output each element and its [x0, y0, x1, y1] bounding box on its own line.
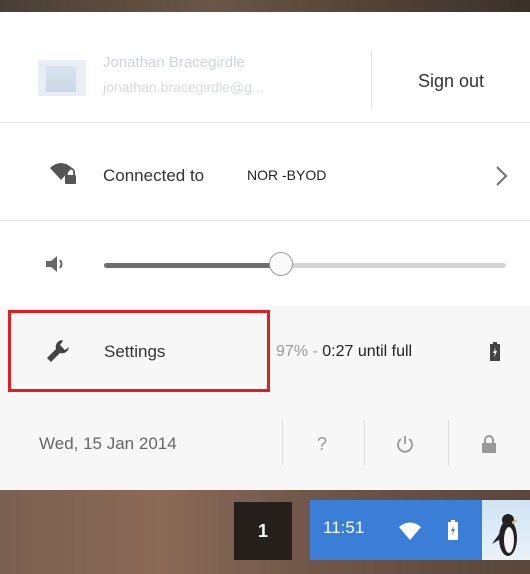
network-ssid: NOR -BYOD [247, 167, 327, 183]
user-avatar-thumbnail [482, 500, 530, 560]
clock: 11:51 [323, 518, 365, 537]
wifi-lock-icon [50, 163, 76, 184]
speaker-icon[interactable] [44, 253, 68, 275]
battery-status: 97% - 0:27 until full [276, 343, 412, 361]
network-row[interactable]: Connected to NOR -BYOD [0, 122, 530, 221]
battery-icon [448, 520, 458, 540]
help-button[interactable]: ? [296, 424, 348, 464]
settings-button[interactable]: Settings [8, 310, 270, 392]
wrench-icon [47, 340, 69, 362]
workspace-button[interactable]: 1 [234, 502, 292, 560]
divider [364, 420, 365, 466]
user-avatar [38, 60, 86, 96]
battery-percent: 97% - [276, 343, 323, 360]
power-button[interactable] [377, 424, 433, 464]
settings-label: Settings [104, 342, 166, 361]
divider [448, 420, 449, 466]
lock-icon [482, 435, 496, 453]
battery-time-remaining: 0:27 until full [322, 343, 413, 360]
settings-battery-row: Settings 97% - 0:27 until full [0, 306, 530, 397]
wifi-icon [399, 522, 421, 540]
volume-row [0, 220, 530, 307]
user-name: Jonathan Bracegirdle [103, 54, 245, 71]
power-icon [397, 436, 413, 453]
user-account-row: Jonathan Bracegirdle jonathan.bracegirdl… [0, 12, 530, 123]
divider [282, 420, 283, 466]
chevron-right-icon [496, 166, 508, 186]
status-area[interactable]: 11:51 [310, 500, 530, 560]
volume-slider[interactable] [104, 252, 506, 276]
penguin-avatar-icon [492, 514, 518, 556]
lock-button[interactable] [466, 424, 512, 464]
sign-out-button[interactable]: Sign out [372, 48, 530, 114]
desktop-wallpaper-strip [0, 0, 530, 12]
network-status-label: Connected to [103, 166, 205, 185]
battery-charging-icon [490, 342, 500, 361]
date-label[interactable]: Wed, 15 Jan 2014 [39, 434, 177, 454]
volume-slider-fill [104, 263, 281, 268]
footer-row: Wed, 15 Jan 2014 ? [0, 396, 530, 490]
shelf: 1 11:51 [0, 490, 530, 574]
user-email: jonathan.bracegirdle@g... [103, 79, 264, 95]
volume-slider-thumb[interactable] [268, 252, 293, 276]
